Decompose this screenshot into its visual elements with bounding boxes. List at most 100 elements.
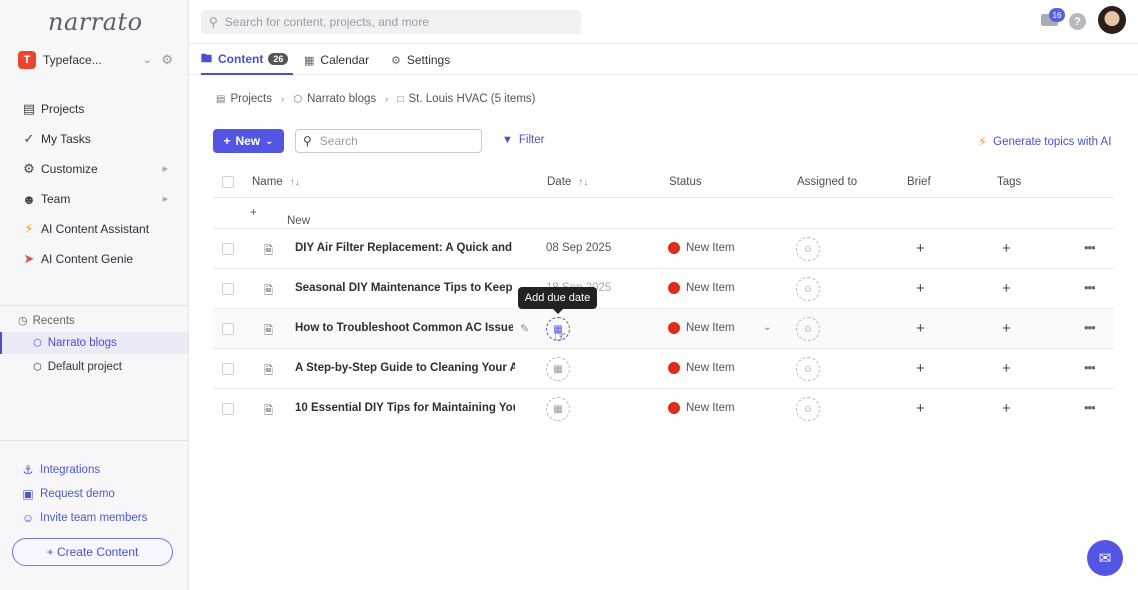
more-options-icon[interactable]: ••• bbox=[1084, 360, 1096, 375]
table-row[interactable]: 🗎 How to Troubleshoot Common AC Issues B… bbox=[213, 309, 1114, 349]
bottom-links: ⚓ Integrations ▣ Request demo ☺ Invite t… bbox=[21, 458, 148, 530]
gear-icon[interactable]: ⚙ bbox=[161, 52, 173, 68]
briefcase-icon: ▤ bbox=[22, 101, 36, 116]
sidebar-item-my-tasks[interactable]: ✓ My Tasks bbox=[20, 124, 180, 154]
search-placeholder: Search for content, projects, and more bbox=[224, 15, 429, 29]
chat-icon[interactable]: ✉ bbox=[1087, 540, 1123, 576]
new-button[interactable]: + New ⌄ bbox=[213, 129, 284, 153]
generate-topics-button[interactable]: ⚡ Generate topics with AI bbox=[978, 134, 1111, 150]
generate-topics-label: Generate topics with AI bbox=[993, 136, 1112, 148]
add-due-date-icon[interactable]: ▦ bbox=[546, 357, 570, 381]
add-tag-icon[interactable]: + bbox=[1002, 280, 1011, 297]
add-tag-icon[interactable]: + bbox=[1002, 400, 1011, 417]
tab-label: Settings bbox=[406, 53, 451, 67]
status-dropdown[interactable]: New Item bbox=[668, 402, 735, 414]
add-brief-icon[interactable]: + bbox=[916, 360, 925, 377]
status-dropdown[interactable]: New Item bbox=[668, 322, 735, 334]
logo[interactable]: narrato bbox=[48, 8, 143, 36]
sidebar-item-customize[interactable]: ⚙ Customize ▶ bbox=[20, 154, 180, 184]
status-dot bbox=[668, 322, 680, 334]
row-title[interactable]: 10 Essential DIY Tips for Maintaining Yo… bbox=[295, 402, 515, 414]
column-name[interactable]: Name ↑↓ bbox=[252, 166, 300, 198]
recent-item-default-project[interactable]: ⬡ Default project bbox=[0, 356, 188, 378]
assign-user-icon[interactable]: ☺ bbox=[796, 357, 820, 381]
add-brief-icon[interactable]: + bbox=[916, 240, 925, 257]
add-brief-icon[interactable]: + bbox=[916, 280, 925, 297]
breadcrumb: ▤ Projects › ⬡ Narrato blogs › □ St. Lou… bbox=[216, 93, 535, 105]
status-label: New Item bbox=[686, 362, 735, 374]
assign-user-icon[interactable]: ☺ bbox=[796, 397, 820, 421]
tab-calendar[interactable]: ▦ Calendar bbox=[304, 45, 369, 75]
column-label: Date bbox=[547, 176, 572, 188]
row-title[interactable]: Seasonal DIY Maintenance Tips to Keep Yo… bbox=[295, 282, 515, 294]
lightning-icon: ⚡ bbox=[24, 221, 34, 236]
search-input[interactable]: ⚲ Search bbox=[295, 129, 482, 153]
divider bbox=[0, 305, 189, 306]
table-row[interactable]: 🗎 Seasonal DIY Maintenance Tips to Keep … bbox=[213, 269, 1114, 309]
sidebar-item-ai-content-assistant[interactable]: ⚡ AI Content Assistant bbox=[20, 214, 180, 244]
row-checkbox[interactable] bbox=[222, 323, 234, 335]
add-brief-icon[interactable]: + bbox=[916, 320, 925, 337]
status-dropdown[interactable]: New Item bbox=[668, 242, 735, 254]
table-row[interactable]: 🗎 10 Essential DIY Tips for Maintaining … bbox=[213, 389, 1114, 429]
sort-icon[interactable]: ↑↓ bbox=[290, 177, 300, 188]
row-title[interactable]: How to Troubleshoot Common AC Issues Be bbox=[295, 322, 513, 334]
recent-item-narrato-blogs[interactable]: ⬡ Narrato blogs bbox=[0, 332, 188, 354]
row-checkbox[interactable] bbox=[222, 243, 234, 255]
request-demo-link[interactable]: ▣ Request demo bbox=[21, 482, 147, 506]
more-options-icon[interactable]: ••• bbox=[1084, 280, 1096, 295]
create-content-button[interactable]: + Create Content bbox=[12, 538, 173, 566]
status-label: New Item bbox=[686, 282, 735, 294]
add-tag-icon[interactable]: + bbox=[1002, 320, 1011, 337]
chevron-down-icon[interactable]: ⌄ bbox=[763, 322, 771, 333]
chevron-right-icon: › bbox=[385, 93, 389, 105]
sort-icon[interactable]: ↑↓ bbox=[578, 177, 588, 188]
sidebar-item-team[interactable]: ☻ Team ▶ bbox=[20, 184, 180, 214]
integrations-link[interactable]: ⚓ Integrations bbox=[21, 458, 147, 482]
assign-user-icon[interactable]: ☺ bbox=[796, 277, 820, 301]
tab-settings[interactable]: ⚙ Settings bbox=[391, 45, 450, 75]
row-title[interactable]: DIY Air Filter Replacement: A Quick and … bbox=[295, 242, 515, 254]
row-checkbox[interactable] bbox=[222, 403, 234, 415]
add-tag-icon[interactable]: + bbox=[1002, 360, 1011, 377]
row-date[interactable]: 08 Sep 2025 bbox=[546, 242, 611, 254]
tab-label: Calendar bbox=[320, 53, 370, 67]
chevron-down-icon[interactable]: ⌄ bbox=[143, 55, 151, 66]
help-icon[interactable]: ? bbox=[1069, 13, 1086, 30]
status-dropdown[interactable]: New Item bbox=[668, 282, 735, 294]
row-checkbox[interactable] bbox=[222, 283, 234, 295]
avatar[interactable] bbox=[1098, 6, 1126, 34]
new-item-row[interactable]: + New bbox=[213, 199, 1114, 229]
add-tag-icon[interactable]: + bbox=[1002, 240, 1011, 257]
column-date[interactable]: Date ↑↓ bbox=[547, 166, 588, 198]
recents-label: Recents bbox=[32, 314, 75, 327]
more-options-icon[interactable]: ••• bbox=[1084, 400, 1096, 415]
global-search-input[interactable]: ⚲ Search for content, projects, and more bbox=[201, 10, 581, 34]
more-options-icon[interactable]: ••• bbox=[1084, 320, 1096, 335]
sidebar-item-label: Team bbox=[41, 192, 71, 206]
breadcrumb-narrato-blogs[interactable]: Narrato blogs bbox=[307, 93, 376, 105]
breadcrumb-projects[interactable]: Projects bbox=[230, 93, 272, 105]
sidebar-item-projects[interactable]: ▤ Projects bbox=[20, 94, 180, 124]
invite-team-members-link[interactable]: ☺ Invite team members bbox=[21, 506, 148, 530]
row-title[interactable]: A Step-by-Step Guide to Cleaning Your AC… bbox=[295, 362, 515, 374]
add-brief-icon[interactable]: + bbox=[916, 400, 925, 417]
select-all-checkbox[interactable] bbox=[222, 176, 234, 188]
table-row[interactable]: 🗎 DIY Air Filter Replacement: A Quick an… bbox=[213, 229, 1114, 269]
add-due-date-icon[interactable]: ▦ bbox=[546, 397, 570, 421]
sidebar-nav: ▤ Projects ✓ My Tasks ⚙ Customize ▶ ☻ Te… bbox=[20, 94, 180, 274]
column-tags: Tags bbox=[997, 176, 1022, 188]
sidebar-item-label: AI Content Assistant bbox=[41, 222, 150, 236]
workspace-switcher[interactable]: T Typeface... ⌄ ⚙ bbox=[18, 50, 173, 70]
row-checkbox[interactable] bbox=[222, 363, 234, 375]
status-dropdown[interactable]: New Item bbox=[668, 362, 735, 374]
filter-button[interactable]: ▼ Filter bbox=[502, 134, 544, 146]
edit-icon[interactable]: ✎ bbox=[520, 322, 529, 335]
assign-user-icon[interactable]: ☺ bbox=[796, 317, 820, 341]
caret-right-icon: ▶ bbox=[162, 196, 168, 203]
tab-content[interactable]: 🖿 Content 26 bbox=[201, 45, 294, 75]
assign-user-icon[interactable]: ☺ bbox=[796, 237, 820, 261]
table-row[interactable]: 🗎 A Step-by-Step Guide to Cleaning Your … bbox=[213, 349, 1114, 389]
more-options-icon[interactable]: ••• bbox=[1084, 240, 1096, 255]
sidebar-item-ai-content-genie[interactable]: ➤ AI Content Genie bbox=[20, 244, 180, 274]
